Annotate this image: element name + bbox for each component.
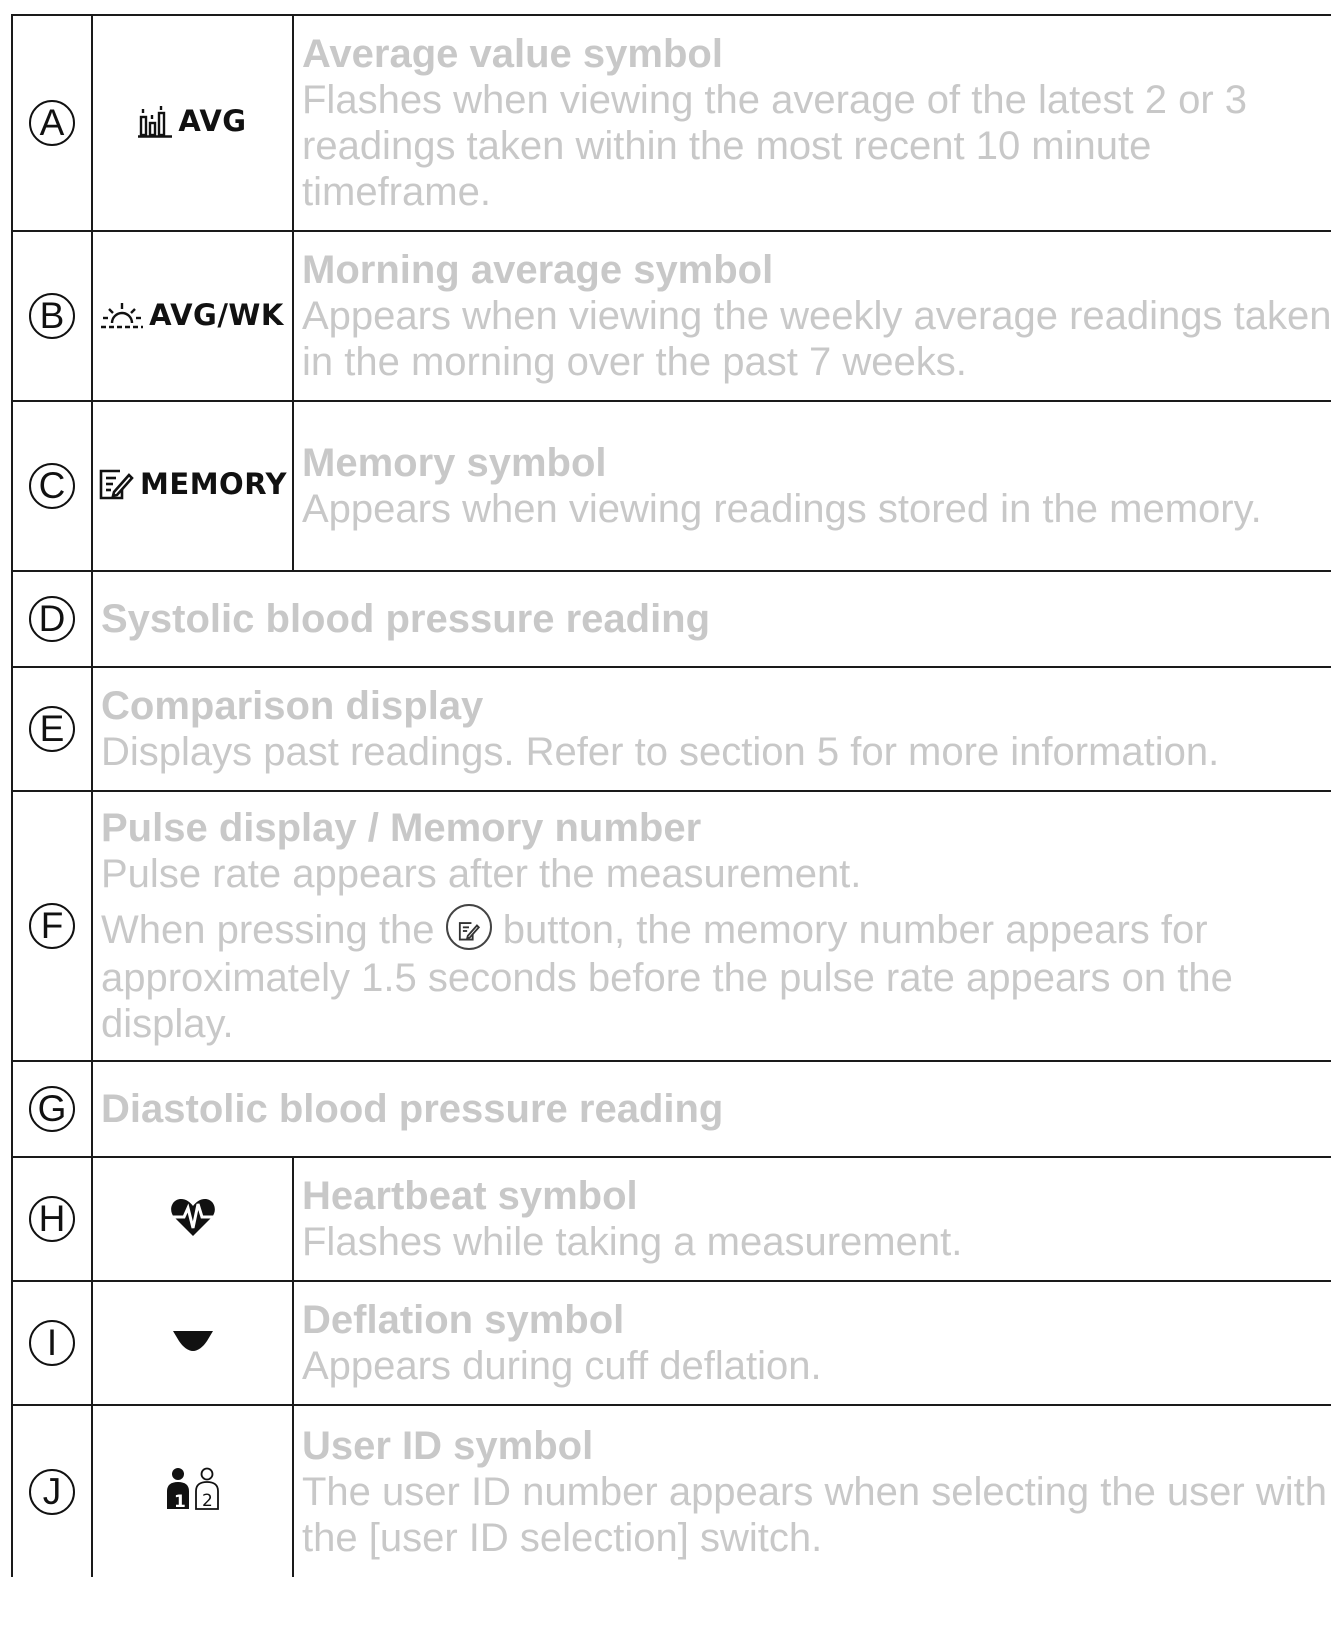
row-title: Deflation symbol (302, 1298, 625, 1342)
circled-letter-g: G (29, 1086, 75, 1132)
circled-letter-j: J (29, 1468, 75, 1515)
table-row: B AVG/WK Morning average symbol Appears … (11, 230, 1331, 402)
row-letter-cell: E (11, 666, 93, 792)
description-cell: Memory symbol Appears when viewing readi… (292, 400, 1331, 572)
user-id-icon: 1 2 (166, 1467, 219, 1512)
circled-letter-d: D (29, 596, 75, 642)
table-row: H Heartbeat symbol Flashes while taking … (11, 1156, 1331, 1282)
deflation-icon (172, 1330, 213, 1351)
description-cell: Diastolic blood pressure reading (91, 1060, 1331, 1158)
row-letter-cell: C (11, 400, 93, 572)
table-row: A AVG Average value symbol Flashes when … (11, 14, 1331, 232)
row-letter-cell: B (11, 230, 93, 402)
description-cell: User ID symbol The user ID number appear… (292, 1404, 1331, 1577)
row-body: Flashes while taking a measurement. (302, 1220, 963, 1264)
row-body: Appears during cuff deflation. (302, 1344, 822, 1388)
table-row: F Pulse display / Memory number Pulse ra… (11, 790, 1331, 1062)
row-letter-cell: G (11, 1060, 93, 1158)
avg-label: AVG (178, 103, 247, 138)
row-body: Appears when viewing the weekly average … (302, 294, 1331, 384)
table-row: J 1 2 User ID symbol The user ID number … (11, 1404, 1331, 1577)
circled-letter-b: B (29, 293, 75, 339)
body-text-before: When pressing the (101, 907, 435, 952)
row-letter-cell: A (11, 14, 93, 232)
circled-letter-c: C (29, 463, 75, 509)
row-body: Pulse rate appears after the measurement… (101, 851, 862, 896)
circled-letter-f: F (29, 903, 75, 949)
row-title: User ID symbol (302, 1423, 594, 1468)
symbol-cell (91, 1280, 294, 1406)
row-body: Displays past readings. Refer to section… (101, 730, 1220, 774)
circled-letter-a: A (29, 100, 75, 146)
morning-average-symbol: AVG/WK (101, 298, 284, 332)
row-body: The user ID number appears when selectin… (302, 1469, 1327, 1560)
average-symbol: AVG (138, 104, 246, 138)
user-1-label: 1 (174, 1492, 186, 1511)
symbol-cell: 1 2 (91, 1404, 294, 1577)
memory-button-icon (445, 904, 492, 951)
row-letter-cell: D (11, 570, 93, 668)
row-letter-cell: J (11, 1404, 93, 1577)
row-body: Flashes when viewing the average of the … (302, 78, 1247, 214)
memory-symbol: MEMORY (98, 467, 287, 501)
description-cell: Average value symbol Flashes when viewin… (292, 14, 1331, 232)
row-title: Systolic blood pressure reading (101, 597, 711, 641)
description-cell: Morning average symbol Appears when view… (292, 230, 1331, 402)
row-body-2: When pressing the button, the memory num… (101, 904, 1331, 1047)
row-title: Memory symbol (302, 441, 607, 485)
row-letter-cell: F (11, 790, 93, 1062)
row-title: Comparison display (101, 684, 484, 728)
heartbeat-icon (170, 1198, 215, 1236)
symbol-table: A AVG Average value symbol Flashes when … (11, 14, 1331, 1577)
bar-chart-icon (138, 105, 173, 138)
table-row: D Systolic blood pressure reading (11, 570, 1331, 668)
symbol-cell: AVG/WK (91, 230, 294, 402)
row-title: Pulse display / Memory number (101, 805, 702, 850)
description-cell: Comparison display Displays past reading… (91, 666, 1331, 792)
table-row: G Diastolic blood pressure reading (11, 1060, 1331, 1158)
row-letter-cell: H (11, 1156, 93, 1282)
avg-wk-label: AVG/WK (149, 298, 284, 332)
memory-label: MEMORY (140, 466, 287, 501)
memo-icon (99, 469, 134, 499)
description-cell: Systolic blood pressure reading (91, 570, 1331, 668)
symbol-cell: MEMORY (91, 400, 294, 572)
description-cell: Pulse display / Memory number Pulse rate… (91, 790, 1331, 1062)
circled-letter-h: H (29, 1196, 75, 1242)
symbol-cell: AVG (91, 14, 294, 232)
row-title: Heartbeat symbol (302, 1174, 638, 1218)
user-2-label: 2 (202, 1491, 213, 1511)
circled-letter-i: I (29, 1320, 75, 1366)
description-cell: Deflation symbol Appears during cuff def… (292, 1280, 1331, 1406)
table-row: E Comparison display Displays past readi… (11, 666, 1331, 792)
row-title: Diastolic blood pressure reading (101, 1087, 724, 1131)
table-row: I Deflation symbol Appears during cuff d… (11, 1280, 1331, 1406)
row-title: Morning average symbol (302, 248, 774, 292)
circled-letter-e: E (29, 706, 75, 752)
description-cell: Heartbeat symbol Flashes while taking a … (292, 1156, 1331, 1282)
sunrise-icon (101, 303, 144, 329)
symbol-cell (91, 1156, 294, 1282)
table-row: C MEMORY Memory symbol Appears when view… (11, 400, 1331, 572)
row-title: Average value symbol (302, 32, 723, 76)
row-body: Appears when viewing readings stored in … (302, 487, 1262, 531)
row-letter-cell: I (11, 1280, 93, 1406)
